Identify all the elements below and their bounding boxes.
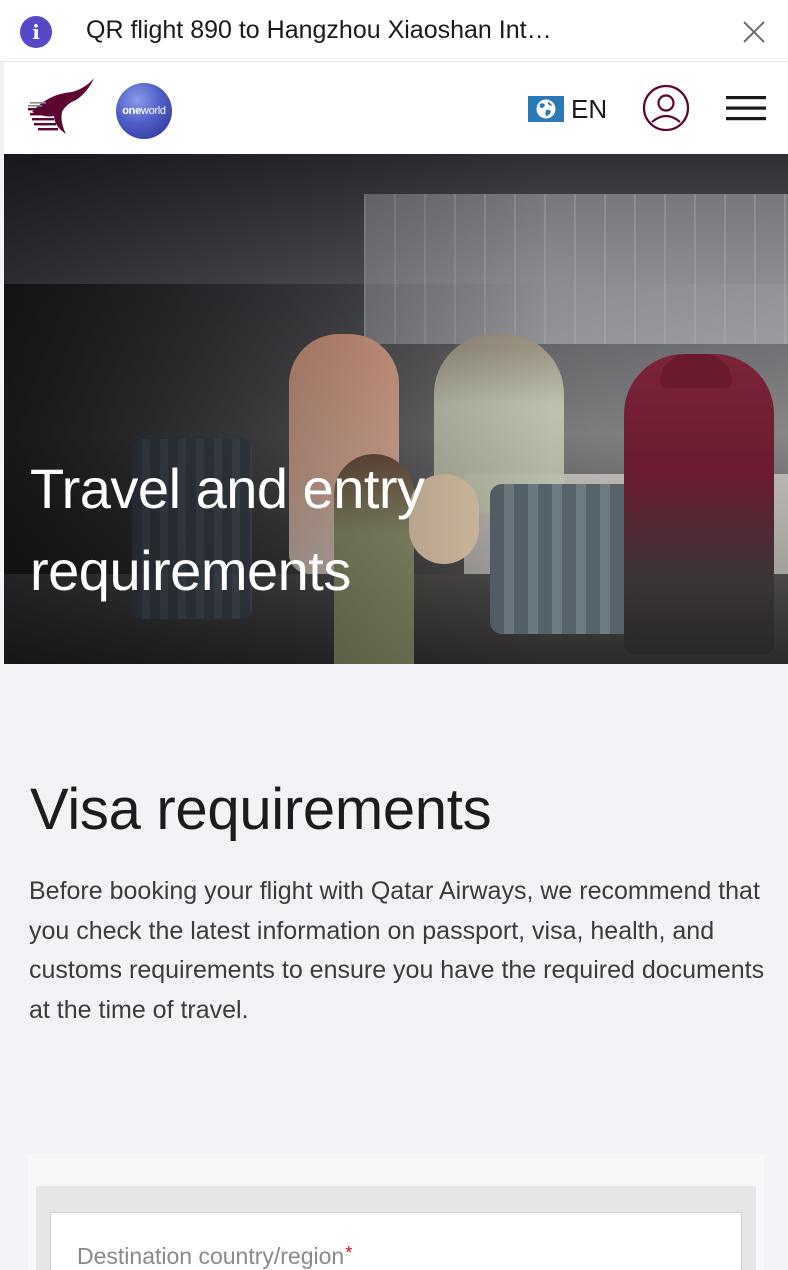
oneworld-light-text: world (140, 105, 166, 117)
required-marker: * (345, 1243, 353, 1263)
oneworld-badge[interactable]: oneworld (116, 83, 172, 139)
main-content: Visa requirements Before booking your fl… (4, 664, 788, 1270)
info-icon: i (20, 16, 52, 48)
hero-banner: Travel and entry requirements (4, 154, 788, 664)
section-description: Before booking your flight with Qatar Ai… (29, 877, 765, 1024)
close-icon[interactable] (738, 16, 770, 48)
qatar-airways-logo[interactable] (26, 78, 98, 138)
language-label: EN (571, 93, 608, 124)
section-heading: Visa requirements (30, 777, 492, 842)
destination-placeholder: Destination country/region* (77, 1243, 352, 1270)
user-account-icon[interactable] (642, 84, 690, 132)
flight-notification-bar[interactable]: i QR flight 890 to Hangzhou Xiaoshan Int… (0, 0, 788, 62)
site-header: oneworld EN (4, 62, 788, 154)
visa-form-card: Destination country/region* (28, 1154, 764, 1270)
destination-placeholder-text: Destination country/region (77, 1243, 345, 1269)
destination-country-field[interactable]: Destination country/region* (50, 1212, 742, 1270)
notification-text[interactable]: QR flight 890 to Hangzhou Xiaoshan Int… (86, 16, 552, 45)
globe-flag-icon (528, 96, 564, 122)
hero-title: Travel and entry requirements (30, 457, 425, 602)
oneworld-bold-text: one (122, 105, 141, 117)
language-selector[interactable]: EN (528, 92, 607, 126)
hamburger-menu-icon[interactable] (726, 93, 766, 123)
